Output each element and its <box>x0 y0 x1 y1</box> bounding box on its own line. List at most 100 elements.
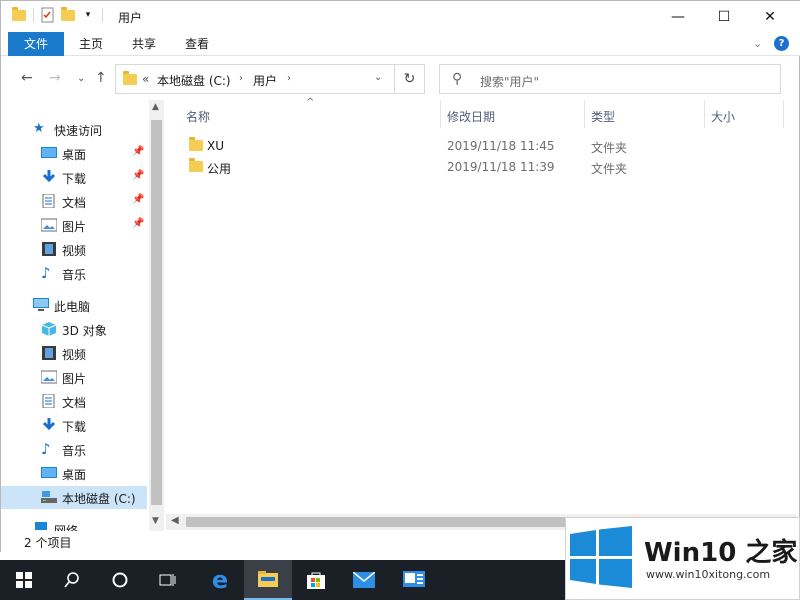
forward-icon[interactable]: → <box>49 70 61 86</box>
chevron-right-icon[interactable]: › <box>287 73 291 84</box>
watermark-url: www.win10xitong.com <box>646 568 771 581</box>
sidebar-item-pictures[interactable]: 图片 📌 <box>1 214 151 237</box>
sidebar-item-this-pc[interactable]: 此电脑 <box>1 294 151 317</box>
search-icon: ⚲ <box>452 71 463 87</box>
tab-file[interactable]: 文件 <box>8 32 64 56</box>
file-type: 文件夹 <box>591 162 628 176</box>
address-history-icon[interactable]: ⌄ <box>374 72 382 83</box>
new-folder-icon[interactable] <box>60 7 76 23</box>
3d-objects-icon <box>41 322 57 336</box>
maximize-icon: ☐ <box>717 8 731 25</box>
search-input[interactable]: ⚲ 搜索"用户" <box>439 64 781 94</box>
overflow-chevron-icon[interactable]: « <box>142 72 149 86</box>
control-panel-icon <box>403 571 425 587</box>
navigation-pane: ★ 快速访问 桌面 📌 下载 📌 文档 📌 图片 📌 视频 ♪ 音乐 此电脑 3… <box>1 100 166 531</box>
cortana-button[interactable] <box>96 560 144 600</box>
sidebar-item-label: 网络 <box>54 524 79 531</box>
chevron-right-icon[interactable]: › <box>239 73 243 84</box>
mail-button[interactable] <box>340 560 388 600</box>
sidebar-item-label: 视频 <box>62 348 87 362</box>
drive-icon <box>41 490 57 504</box>
search-button[interactable] <box>48 560 96 600</box>
column-divider[interactable] <box>704 100 705 128</box>
tab-home[interactable]: 主页 <box>71 32 111 56</box>
column-divider[interactable] <box>440 100 441 128</box>
sidebar-item-downloads[interactable]: 下载 📌 <box>1 166 151 189</box>
task-view-button[interactable] <box>144 560 192 600</box>
control-panel-button[interactable] <box>390 560 438 600</box>
close-button[interactable]: ✕ <box>747 1 793 32</box>
sidebar-item-music[interactable]: ♪ 音乐 <box>1 438 151 461</box>
expand-ribbon-icon[interactable]: ⌄ <box>753 37 762 50</box>
refresh-button[interactable]: ↻ <box>395 64 425 94</box>
recent-locations-icon[interactable]: ⌄ <box>77 73 85 84</box>
sidebar-item-label: 本地磁盘 (C:) <box>62 492 136 506</box>
column-header-modified[interactable]: 修改日期 <box>447 108 495 125</box>
scroll-up-icon[interactable]: ▲ <box>152 102 159 112</box>
store-button[interactable] <box>292 560 340 600</box>
ribbon-tabs: 文件 主页 共享 查看 ⌄ ? <box>1 32 800 56</box>
address-bar[interactable]: « 本地磁盘 (C:) › 用户 › ⌄ <box>115 64 395 94</box>
pin-icon[interactable]: 📌 <box>132 194 144 205</box>
sidebar-item-desktop[interactable]: 桌面 <box>1 462 151 485</box>
sidebar-item-documents[interactable]: 文档 <box>1 390 151 413</box>
edge-icon: e <box>211 566 229 594</box>
table-row[interactable]: 公用 2019/11/18 11:39 文件夹 <box>166 156 781 177</box>
file-explorer-button[interactable] <box>244 560 292 600</box>
sidebar-item-label: 音乐 <box>62 444 87 458</box>
minimize-button[interactable]: — <box>655 1 701 32</box>
edge-button[interactable]: e <box>196 560 244 600</box>
sidebar-item-videos[interactable]: 视频 <box>1 238 151 261</box>
scroll-left-icon[interactable]: ◀ <box>171 515 179 526</box>
network-icon <box>33 522 49 531</box>
tab-share[interactable]: 共享 <box>124 32 164 56</box>
sidebar-item-local-disk[interactable]: 本地磁盘 (C:) <box>1 486 147 509</box>
quick-access-toolbar: ▾ <box>11 7 105 23</box>
sidebar-item-label: 桌面 <box>62 468 87 482</box>
minimize-icon: — <box>671 8 685 25</box>
breadcrumb-drive[interactable]: 本地磁盘 (C:) <box>157 72 231 89</box>
pin-icon[interactable]: 📌 <box>132 146 144 157</box>
windows-icon <box>16 572 32 588</box>
sidebar-item-music[interactable]: ♪ 音乐 <box>1 262 151 285</box>
customize-toolbar-icon[interactable]: ▾ <box>80 7 96 23</box>
sidebar-item-desktop[interactable]: 桌面 📌 <box>1 142 151 165</box>
sidebar-item-downloads[interactable]: 下载 <box>1 414 151 437</box>
help-icon[interactable]: ? <box>774 36 789 51</box>
task-view-icon <box>159 574 176 586</box>
cortana-icon <box>112 572 128 588</box>
computer-icon <box>33 298 49 312</box>
column-header-size[interactable]: 大小 <box>711 108 735 125</box>
sidebar-item-documents[interactable]: 文档 📌 <box>1 190 151 213</box>
sort-ascending-icon: ^ <box>306 97 315 108</box>
sidebar-scrollbar[interactable]: ▲ ▼ <box>149 100 164 531</box>
sidebar-item-quick-access[interactable]: ★ 快速访问 <box>1 118 151 141</box>
table-row[interactable]: XU 2019/11/18 11:45 文件夹 <box>166 135 781 156</box>
column-divider[interactable] <box>783 100 784 128</box>
up-icon[interactable]: ↑ <box>95 70 107 86</box>
sidebar-item-videos[interactable]: 视频 <box>1 342 151 365</box>
file-modified: 2019/11/18 11:45 <box>447 139 555 153</box>
scroll-down-icon[interactable]: ▼ <box>152 516 159 526</box>
download-icon <box>41 418 57 432</box>
sidebar-item-3d-objects[interactable]: 3D 对象 <box>1 318 151 341</box>
breadcrumb-users[interactable]: 用户 <box>253 72 277 89</box>
pin-icon[interactable]: 📌 <box>132 170 144 181</box>
sidebar-item-label: 音乐 <box>62 268 87 282</box>
column-divider[interactable] <box>584 100 585 128</box>
scrollbar-thumb[interactable] <box>151 120 162 505</box>
sidebar-item-label: 视频 <box>62 244 87 258</box>
tab-view[interactable]: 查看 <box>177 32 217 56</box>
start-button[interactable] <box>0 560 48 600</box>
column-header-type[interactable]: 类型 <box>591 108 615 125</box>
maximize-button[interactable]: ☐ <box>701 1 747 32</box>
back-icon[interactable]: ← <box>21 70 33 86</box>
column-header-name[interactable]: 名称 <box>186 108 210 125</box>
sidebar-item-label: 文档 <box>62 196 87 210</box>
window-title: 用户 <box>118 11 143 25</box>
sidebar-item-pictures[interactable]: 图片 <box>1 366 151 389</box>
sidebar-item-network[interactable]: 网络 <box>1 518 151 531</box>
sidebar-item-label: 下载 <box>62 420 87 434</box>
properties-icon[interactable] <box>40 7 56 23</box>
pin-icon[interactable]: 📌 <box>132 218 144 229</box>
